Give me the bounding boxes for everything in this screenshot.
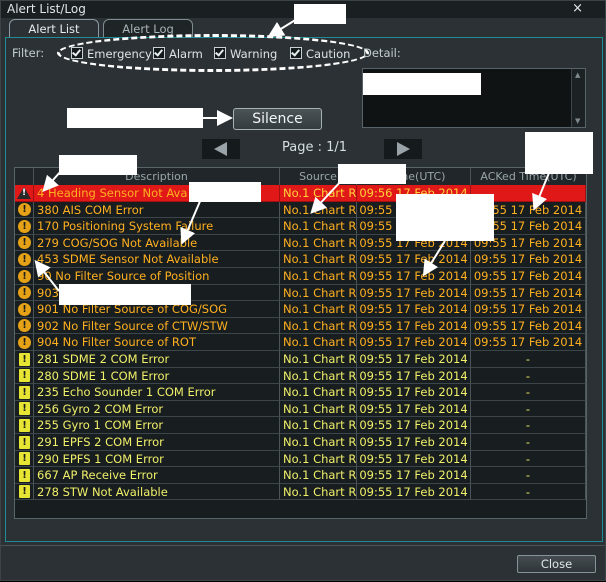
callout-arrows	[34, 18, 550, 292]
alert-list-window: Alert List/Log × Alert List Alert Log Fi…	[0, 0, 606, 581]
